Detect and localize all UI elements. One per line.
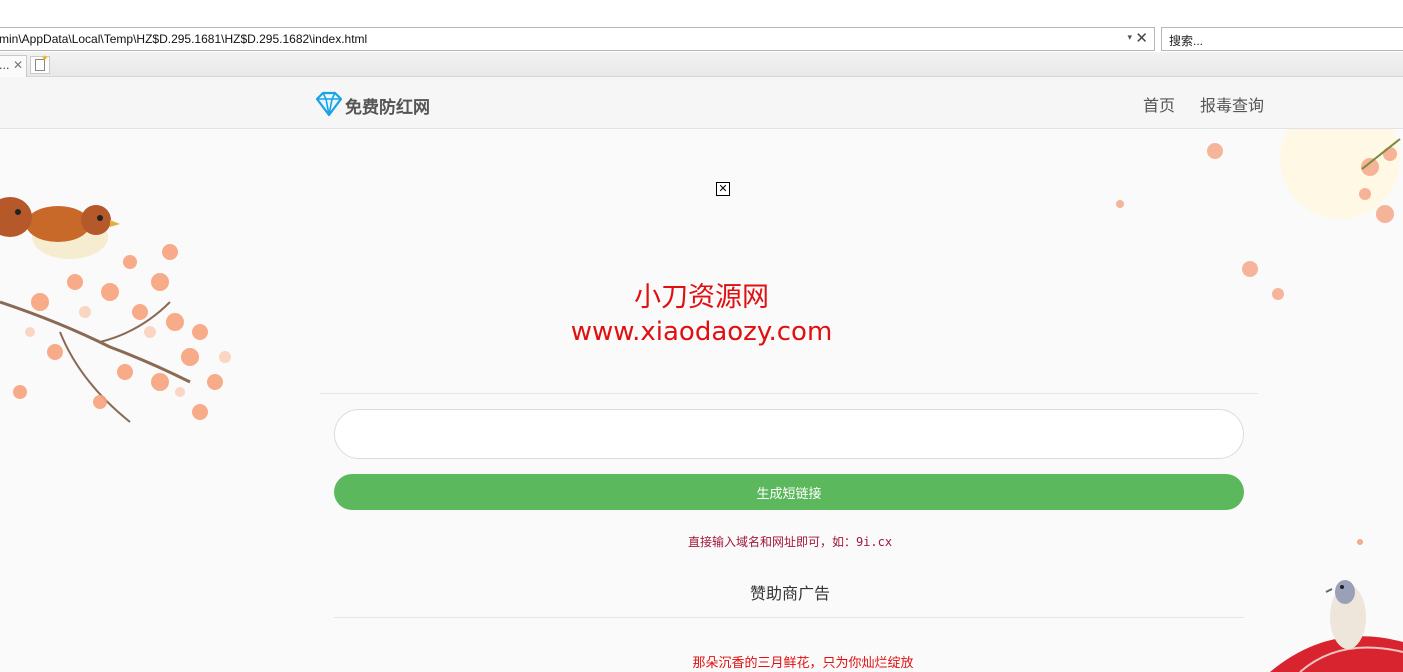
generate-short-link-button[interactable]: 生成短链接	[334, 474, 1244, 510]
url-input[interactable]	[334, 409, 1244, 459]
tab-bar: ... ✕ ✦	[0, 52, 1403, 77]
search-box[interactable]: 搜索...	[1161, 27, 1403, 51]
input-hint: 直接输入域名和网址即可，如：9i.cx	[687, 535, 893, 549]
broken-image-icon: ✕	[716, 182, 730, 196]
tab-title[interactable]: ...	[0, 59, 10, 72]
navbar: 免费防红网 首页 报毒查询	[0, 77, 1403, 129]
address-close-icon[interactable]: ✕	[1135, 29, 1148, 47]
search-placeholder[interactable]: 搜索...	[1169, 32, 1203, 49]
divider	[334, 617, 1244, 618]
address-text[interactable]: min\AppData\Local\Temp\HZ$D.295.1681\HZ$…	[0, 32, 367, 46]
sponsor-slogan-link[interactable]: 那朵沉香的三月鲜花，只为你灿烂绽放	[0, 652, 1403, 671]
address-dropdown-icon[interactable]: ▾	[1127, 33, 1132, 43]
sponsor-heading: 赞助商广告	[749, 584, 830, 603]
diamond-icon	[315, 91, 343, 117]
new-tab-button[interactable]: ✦	[30, 54, 50, 74]
brand-name[interactable]: 免费防红网	[345, 93, 430, 118]
divider	[320, 393, 1258, 394]
site-banner-title: 小刀资源网	[634, 282, 769, 313]
nav-link-home[interactable]: 首页	[1143, 92, 1175, 116]
tab-close-icon[interactable]: ✕	[13, 58, 23, 72]
tab-current[interactable]: ... ✕	[0, 55, 27, 77]
site-banner-url: www.xiaodaozy.com	[570, 317, 833, 347]
address-bar[interactable]: min\AppData\Local\Temp\HZ$D.295.1681\HZ$…	[0, 27, 1155, 51]
sparkle-icon: ✦	[41, 54, 49, 64]
web-page: 免费防红网 首页 报毒查询 ✕ 小刀资源网 www.xiaodaozy.com …	[0, 77, 1403, 672]
browser-chrome	[0, 0, 1403, 27]
nav-link-report-query[interactable]: 报毒查询	[1200, 92, 1264, 116]
